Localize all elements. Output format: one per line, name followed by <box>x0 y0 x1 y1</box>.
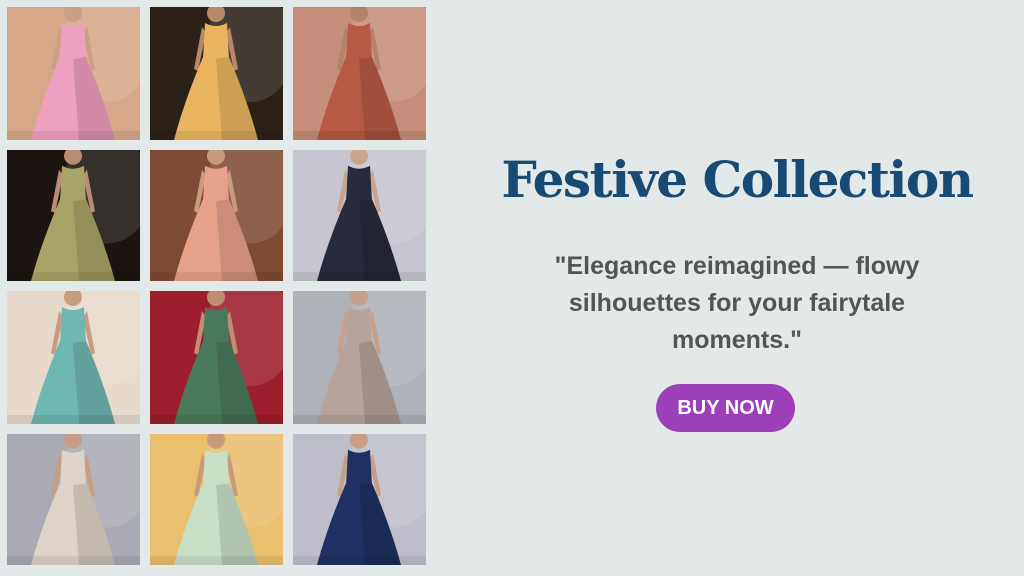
product-image-rust-kurta-set[interactable] <box>293 7 426 140</box>
product-image-peach-mermaid-gown[interactable] <box>150 150 283 281</box>
collection-tagline: "Elegance reimagined — flowy silhouettes… <box>554 252 920 354</box>
product-image-ivory-tulle-gown[interactable] <box>7 434 140 565</box>
collection-title: Festive Collection <box>501 150 974 209</box>
product-image-black-tulle-gown[interactable] <box>293 150 426 281</box>
buy-now-button[interactable]: BUY NOW <box>656 384 795 432</box>
product-image-pastel-stripe-lehenga[interactable] <box>150 434 283 565</box>
product-image-yellow-lehenga[interactable] <box>150 7 283 140</box>
product-image-navy-ball-gown[interactable] <box>293 434 426 565</box>
product-image-teal-lehenga[interactable] <box>7 291 140 424</box>
product-image-pink-gown[interactable] <box>7 7 140 140</box>
product-image-sage-anarkali[interactable] <box>7 150 140 281</box>
promo-panel: Festive Collection "Elegance reimagined … <box>450 0 1024 576</box>
product-gallery <box>7 7 426 565</box>
product-image-grey-embroidered-lehenga[interactable] <box>293 291 426 424</box>
product-image-floral-printed-set[interactable] <box>150 291 283 424</box>
